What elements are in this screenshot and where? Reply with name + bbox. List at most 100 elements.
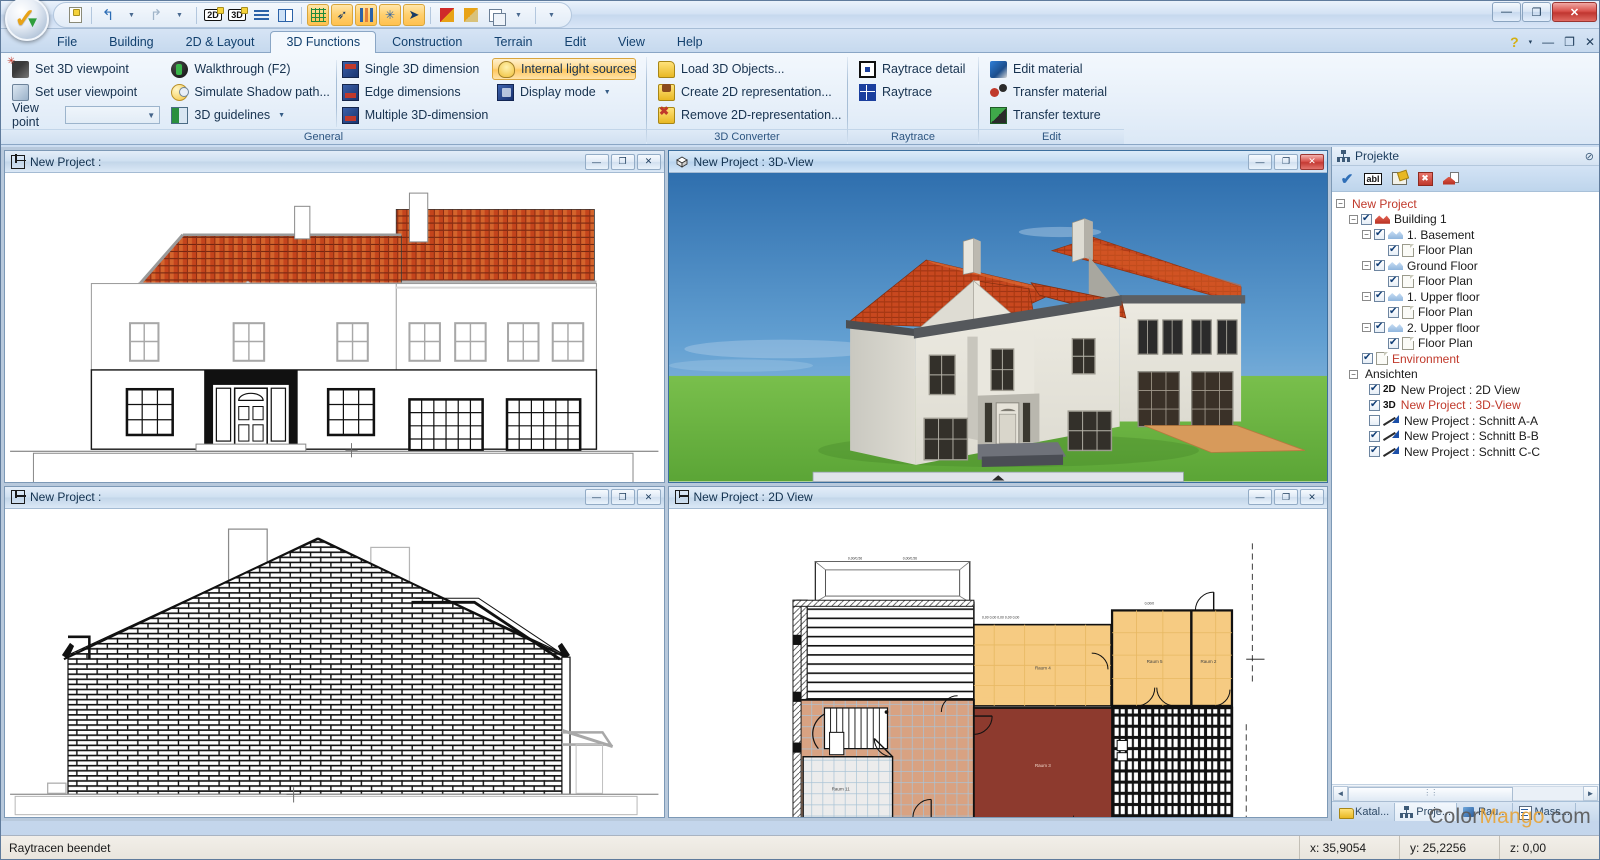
grid-snap-toggle[interactable] (307, 4, 329, 26)
scroll-thumb[interactable] (1348, 787, 1513, 802)
viewpoint-select[interactable]: ▼ (65, 106, 160, 124)
tree-row-basement[interactable]: − 1. Basement (1336, 227, 1599, 243)
pin-icon[interactable]: ⊘ (1585, 150, 1594, 163)
tab-file[interactable]: File (41, 31, 93, 53)
vertical-split-button[interactable] (274, 4, 296, 26)
tab-building[interactable]: Building (93, 31, 169, 53)
layer-bars-toggle[interactable] (355, 4, 377, 26)
tree-row-upper-floor-1[interactable]: − 1. Upper floor (1336, 289, 1599, 305)
tree-row-floorplan-upper-1[interactable]: Floor Plan (1336, 305, 1599, 321)
redo-button[interactable]: ↱ (145, 4, 167, 26)
tree-row-floorplan-ground[interactable]: Floor Plan (1336, 274, 1599, 290)
mdi-window-3d-view[interactable]: New Project : 3D-View — ❐ ✕ (668, 150, 1329, 483)
tab-3d-functions[interactable]: 3D Functions (270, 31, 376, 53)
tree-horizontal-scrollbar[interactable]: ◄ ► (1332, 784, 1599, 801)
tab-edit[interactable]: Edit (549, 31, 603, 53)
undo-dropdown[interactable]: ▼ (121, 4, 143, 26)
walkthrough-button[interactable]: Walkthrough (F2) (166, 58, 330, 80)
apply-button[interactable]: ✔ (1336, 168, 1358, 189)
document-minimize-button[interactable]: — (1542, 35, 1554, 49)
undo-button[interactable]: ↰ (97, 4, 119, 26)
internal-light-sources-button[interactable]: Internal light sources (492, 58, 636, 80)
expander-icon[interactable]: − (1349, 370, 1358, 379)
copy-layer-button[interactable] (484, 4, 506, 26)
tree-row-floorplan-basement[interactable]: Floor Plan (1336, 243, 1599, 259)
chevron-down-icon[interactable]: ▼ (278, 112, 285, 119)
tree-row-building-1[interactable]: − Building 1 (1336, 212, 1599, 228)
mdi-titlebar[interactable]: New Project : — ❐ ✕ (5, 151, 664, 173)
tab-view[interactable]: View (602, 31, 661, 53)
tree-checkbox[interactable] (1369, 400, 1380, 411)
dock-tab-massen[interactable]: Mass... (1513, 803, 1575, 821)
document-restore-button[interactable]: ❐ (1564, 35, 1575, 49)
tree-checkbox[interactable] (1369, 446, 1380, 457)
tree-row-environment[interactable]: Environment (1336, 351, 1599, 367)
tab-help[interactable]: Help (661, 31, 719, 53)
scroll-left-button[interactable]: ◄ (1333, 786, 1348, 801)
qat-overflow[interactable]: ▼ (508, 4, 530, 26)
window-minimize-button[interactable]: — (1492, 2, 1521, 22)
tree-checkbox[interactable] (1388, 307, 1399, 318)
project-tree[interactable]: − New Project − Building 1 − 1. Basement (1332, 192, 1599, 784)
mdi-restore-button[interactable]: ❐ (611, 489, 635, 505)
transfer-material-button[interactable]: Transfer material (985, 81, 1114, 103)
tree-row-ansichten[interactable]: − Ansichten (1336, 367, 1599, 383)
qat-customize[interactable]: ▼ (541, 4, 563, 26)
mdi-canvas-front-elevation[interactable] (5, 173, 664, 482)
raytrace-detail-button[interactable]: Raytrace detail (854, 58, 968, 80)
document-close-button[interactable]: ✕ (1585, 35, 1595, 49)
mdi-close-button[interactable]: ✕ (1300, 154, 1324, 170)
window-maximize-button[interactable]: ❐ (1522, 2, 1551, 22)
dock-tab-katalog[interactable]: Katal... (1334, 803, 1395, 821)
expander-icon[interactable]: − (1362, 292, 1371, 301)
tree-checkbox[interactable] (1361, 214, 1372, 225)
simulate-shadow-path-button[interactable]: Simulate Shadow path... (166, 81, 330, 103)
roof-red-button[interactable] (436, 4, 458, 26)
tree-row-new-project[interactable]: − New Project (1336, 196, 1599, 212)
single-3d-dimension-button[interactable]: Single 3D dimension (337, 58, 486, 80)
mdi-titlebar[interactable]: New Project : — ❐ ✕ (5, 487, 664, 509)
tree-checkbox[interactable] (1369, 431, 1380, 442)
redo-dropdown[interactable]: ▼ (169, 4, 191, 26)
scroll-right-button[interactable]: ► (1583, 786, 1598, 801)
expander-icon[interactable]: − (1362, 261, 1371, 270)
object-snap-toggle[interactable]: ➶ (331, 4, 353, 26)
scroll-track[interactable] (1348, 786, 1583, 801)
expander-icon[interactable]: − (1362, 230, 1371, 239)
delete-button[interactable]: ✖ (1414, 168, 1436, 189)
tree-row-schnitt-bb[interactable]: New Project : Schnitt B-B (1336, 429, 1599, 445)
set-user-viewpoint-button[interactable]: Set user viewpoint (7, 81, 160, 103)
horizontal-tile-button[interactable] (250, 4, 272, 26)
new-document-button[interactable] (64, 4, 86, 26)
tree-row-schnitt-cc[interactable]: New Project : Schnitt C-C (1336, 444, 1599, 460)
tree-checkbox[interactable] (1374, 291, 1385, 302)
mdi-close-button[interactable]: ✕ (637, 154, 661, 170)
roof-gold-button[interactable] (460, 4, 482, 26)
mdi-minimize-button[interactable]: — (1248, 154, 1272, 170)
tree-checkbox[interactable] (1374, 229, 1385, 240)
tree-checkbox[interactable] (1388, 245, 1399, 256)
window-close-button[interactable]: ✕ (1552, 2, 1597, 22)
mdi-minimize-button[interactable]: — (1248, 489, 1272, 505)
create-2d-representation-button[interactable]: Create 2D representation... (653, 81, 837, 103)
transfer-texture-button[interactable]: Transfer texture (985, 104, 1114, 126)
dock-tab-projekte[interactable]: Proje... (1395, 803, 1457, 821)
tree-checkbox[interactable] (1369, 415, 1380, 426)
tab-terrain[interactable]: Terrain (478, 31, 548, 53)
tree-row-ground-floor[interactable]: − Ground Floor (1336, 258, 1599, 274)
display-mode-button[interactable]: Display mode ▼ (492, 81, 636, 103)
tree-checkbox[interactable] (1388, 276, 1399, 287)
mdi-close-button[interactable]: ✕ (1300, 489, 1324, 505)
tab-2d-layout[interactable]: 2D & Layout (170, 31, 271, 53)
mdi-restore-button[interactable]: ❐ (611, 154, 635, 170)
node-snap-toggle[interactable]: ✳ (379, 4, 401, 26)
rename-button[interactable]: abl (1362, 168, 1384, 189)
tree-checkbox[interactable] (1369, 384, 1380, 395)
tree-row-schnitt-aa[interactable]: New Project : Schnitt A-A (1336, 413, 1599, 429)
tree-row-3d-view[interactable]: 3D New Project : 3D-View (1336, 398, 1599, 414)
set-3d-viewpoint-button[interactable]: Set 3D viewpoint (7, 58, 160, 80)
mdi-window-2d-view[interactable]: New Project : 2D View — ❐ ✕ (668, 486, 1329, 819)
edge-dimensions-button[interactable]: Edge dimensions (337, 81, 486, 103)
tree-row-upper-floor-2[interactable]: − 2. Upper floor (1336, 320, 1599, 336)
edit-material-button[interactable]: Edit material (985, 58, 1114, 80)
